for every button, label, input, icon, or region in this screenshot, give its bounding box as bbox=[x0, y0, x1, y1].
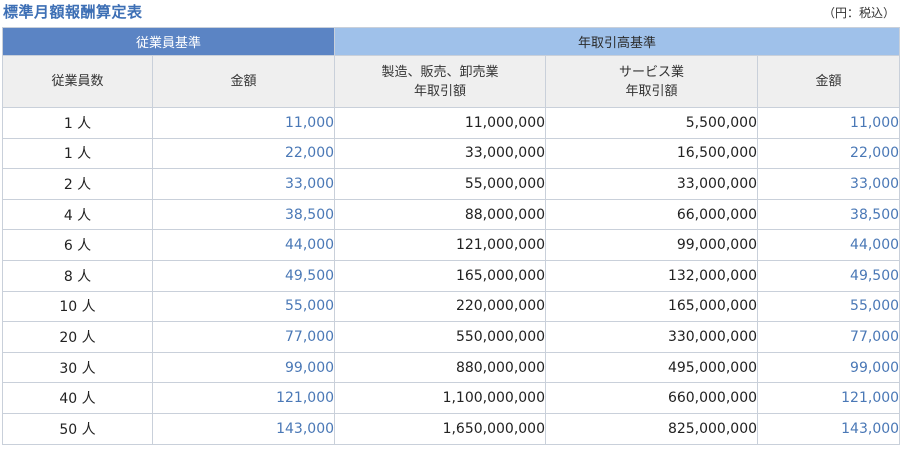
cell-amount: 22,000 bbox=[151, 137, 336, 170]
table-row: 40 人 121,000 1,100,000,000 660,000,000 1… bbox=[2, 382, 901, 414]
cell-service: 330,000,000 bbox=[545, 321, 759, 353]
cell-amount: 44,000 bbox=[151, 229, 336, 261]
cell-amount: 121,000 bbox=[151, 382, 336, 414]
table-row: 20 人 77,000 550,000,000 330,000,000 77,0… bbox=[2, 321, 901, 353]
cell-amount-2: 99,000 bbox=[757, 351, 901, 384]
page-title: 標準月額報酬算定表 bbox=[3, 3, 143, 21]
cell-manufacturing: 33,000,000 bbox=[334, 137, 547, 170]
table-row: 8 人 49,500 165,000,000 132,000,000 49,50… bbox=[2, 259, 901, 292]
cell-manufacturing: 1,100,000,000 bbox=[334, 382, 547, 414]
cell-manufacturing: 88,000,000 bbox=[334, 198, 547, 231]
cell-amount: 143,000 bbox=[151, 412, 336, 445]
cell-amount: 11,000 bbox=[151, 107, 336, 139]
cell-service: 5,500,000 bbox=[545, 107, 759, 139]
table-row: 50 人 143,000 1,650,000,000 825,000,000 1… bbox=[2, 412, 901, 445]
cell-amount-2: 11,000 bbox=[757, 107, 901, 139]
column-header-amount: 金額 bbox=[151, 55, 336, 108]
cell-amount-2: 38,500 bbox=[757, 198, 901, 231]
cell-amount-2: 121,000 bbox=[757, 382, 901, 414]
cell-amount-2: 77,000 bbox=[757, 321, 901, 353]
table-body: 1 人 11,000 11,000,000 5,500,000 11,000 1… bbox=[2, 107, 901, 445]
cell-manufacturing: 11,000,000 bbox=[334, 107, 547, 139]
column-header-count: 従業員数 bbox=[2, 55, 153, 108]
table-row: 4 人 38,500 88,000,000 66,000,000 38,500 bbox=[2, 198, 901, 231]
cell-manufacturing: 1,650,000,000 bbox=[334, 412, 547, 445]
cell-amount-2: 143,000 bbox=[757, 412, 901, 445]
cell-service: 132,000,000 bbox=[545, 259, 759, 292]
group-header-revenue: 年取引高基準 bbox=[334, 27, 901, 56]
cell-count: 30 人 bbox=[2, 351, 153, 384]
cell-service: 66,000,000 bbox=[545, 198, 759, 231]
title-bar: 標準月額報酬算定表 （円：税込） bbox=[0, 0, 901, 26]
unit-note: （円：税込） bbox=[822, 6, 895, 20]
cell-amount: 77,000 bbox=[151, 321, 336, 353]
cell-service: 16,500,000 bbox=[545, 137, 759, 170]
table-row: 1 人 11,000 11,000,000 5,500,000 11,000 bbox=[2, 107, 901, 139]
cell-manufacturing: 550,000,000 bbox=[334, 321, 547, 353]
column-header-amount-2: 金額 bbox=[757, 55, 901, 108]
cell-amount: 33,000 bbox=[151, 168, 336, 200]
cell-manufacturing: 165,000,000 bbox=[334, 259, 547, 292]
cell-amount-2: 22,000 bbox=[757, 137, 901, 170]
cell-service: 495,000,000 bbox=[545, 351, 759, 384]
cell-count: 8 人 bbox=[2, 259, 153, 292]
cell-amount-2: 33,000 bbox=[757, 168, 901, 200]
column-header-manufacturing: 製造、販売、卸売業 年取引額 bbox=[334, 55, 547, 108]
cell-count: 2 人 bbox=[2, 168, 153, 200]
cell-count: 6 人 bbox=[2, 229, 153, 261]
cell-amount: 38,500 bbox=[151, 198, 336, 231]
cell-count: 1 人 bbox=[2, 137, 153, 170]
cell-amount-2: 55,000 bbox=[757, 290, 901, 323]
table-row: 30 人 99,000 880,000,000 495,000,000 99,0… bbox=[2, 351, 901, 384]
group-header-employee: 従業員基準 bbox=[1, 27, 336, 56]
table-row: 1 人 22,000 33,000,000 16,500,000 22,000 bbox=[2, 137, 901, 170]
cell-service: 165,000,000 bbox=[545, 290, 759, 323]
cell-service: 33,000,000 bbox=[545, 168, 759, 200]
cell-manufacturing: 220,000,000 bbox=[334, 290, 547, 323]
cell-count: 20 人 bbox=[2, 321, 153, 353]
cell-count: 10 人 bbox=[2, 290, 153, 323]
cell-amount-2: 49,500 bbox=[757, 259, 901, 292]
cell-service: 99,000,000 bbox=[545, 229, 759, 261]
cell-service: 825,000,000 bbox=[545, 412, 759, 445]
cell-count: 40 人 bbox=[2, 382, 153, 414]
table-row: 6 人 44,000 121,000,000 99,000,000 44,000 bbox=[2, 229, 901, 261]
cell-amount: 99,000 bbox=[151, 351, 336, 384]
cell-count: 50 人 bbox=[2, 412, 153, 445]
rate-table: 従業員基準 年取引高基準 従業員数 金額 製造、販売、卸売業 年取引額 サービス業… bbox=[1, 27, 901, 445]
cell-service: 660,000,000 bbox=[545, 382, 759, 414]
table-row: 2 人 33,000 55,000,000 33,000,000 33,000 bbox=[2, 168, 901, 200]
cell-manufacturing: 121,000,000 bbox=[334, 229, 547, 261]
table-row: 10 人 55,000 220,000,000 165,000,000 55,0… bbox=[2, 290, 901, 323]
cell-manufacturing: 55,000,000 bbox=[334, 168, 547, 200]
column-header-service: サービス業 年取引額 bbox=[545, 55, 759, 108]
cell-manufacturing: 880,000,000 bbox=[334, 351, 547, 384]
cell-amount: 55,000 bbox=[151, 290, 336, 323]
cell-count: 1 人 bbox=[2, 107, 153, 139]
cell-amount: 49,500 bbox=[151, 259, 336, 292]
cell-amount-2: 44,000 bbox=[757, 229, 901, 261]
cell-count: 4 人 bbox=[2, 198, 153, 231]
